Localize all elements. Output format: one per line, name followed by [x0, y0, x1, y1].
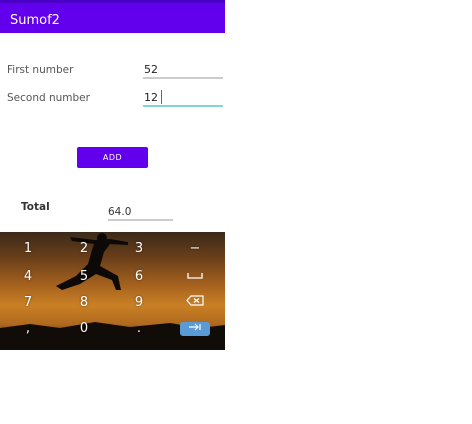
first-number-input[interactable]: [143, 62, 222, 76]
app-bar: Sumof2: [0, 3, 225, 33]
total-value: 64.0: [108, 206, 132, 218]
first-number-underline: [143, 77, 223, 79]
total-underline: [108, 219, 173, 221]
key-1[interactable]: 1: [13, 241, 43, 257]
key-minus[interactable]: −: [180, 241, 210, 257]
key-5[interactable]: 5: [69, 269, 99, 285]
backspace-icon[interactable]: [180, 295, 210, 311]
second-number-label: Second number: [7, 92, 90, 104]
key-comma[interactable]: ,: [13, 321, 43, 337]
app-title: Sumof2: [10, 13, 60, 28]
add-button[interactable]: ADD: [77, 147, 148, 168]
first-number-field[interactable]: [143, 62, 223, 79]
first-number-label: First number: [7, 64, 74, 76]
second-number-input[interactable]: [143, 90, 222, 104]
total-label: Total: [21, 201, 50, 213]
numeric-keyboard: 1 2 3 − 4 5 6 7 8 9 , 0 .: [0, 232, 225, 350]
key-3[interactable]: 3: [124, 241, 154, 257]
key-period[interactable]: .: [124, 321, 154, 337]
second-number-underline: [143, 105, 223, 107]
key-6[interactable]: 6: [124, 269, 154, 285]
key-4[interactable]: 4: [13, 269, 43, 285]
key-8[interactable]: 8: [69, 295, 99, 311]
next-icon[interactable]: [180, 322, 210, 336]
key-2[interactable]: 2: [69, 241, 99, 257]
space-icon[interactable]: [180, 269, 210, 285]
key-9[interactable]: 9: [124, 295, 154, 311]
key-0[interactable]: 0: [69, 321, 99, 337]
second-number-field[interactable]: [143, 90, 223, 107]
phone-screen: Sumof2 First number Second number ADD To…: [0, 0, 225, 350]
key-7[interactable]: 7: [13, 295, 43, 311]
text-cursor: [161, 90, 162, 104]
